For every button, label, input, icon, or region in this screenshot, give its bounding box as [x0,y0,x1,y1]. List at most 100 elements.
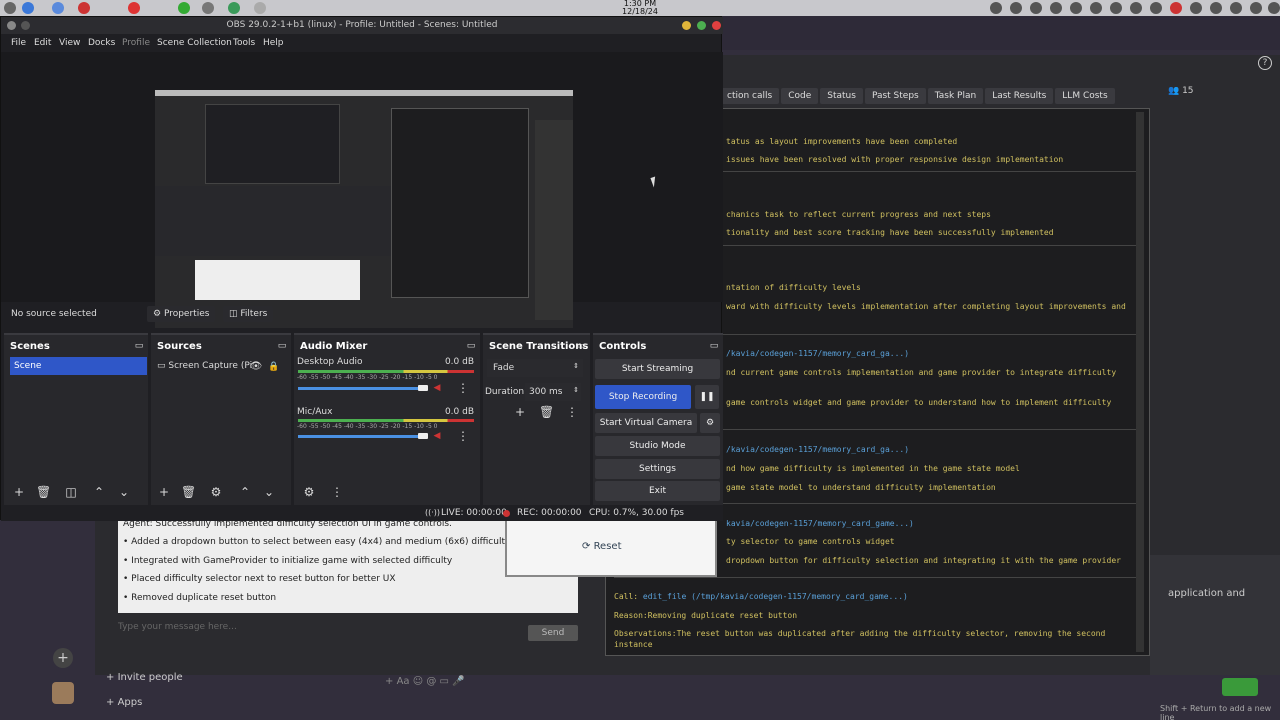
menu-help[interactable]: Help [263,38,284,48]
app-icon[interactable] [228,2,240,14]
volume-slider[interactable] [298,435,426,438]
add-source-icon[interactable]: + [157,485,171,499]
undock-icon[interactable]: ▭ [574,339,588,353]
battery-icon[interactable] [1230,2,1242,14]
app-icon[interactable] [202,2,214,14]
advanced-audio-icon[interactable]: ⚙ [302,485,316,499]
filters-button[interactable]: ◫ Filters [223,306,274,322]
tab-last-results[interactable]: Last Results [985,88,1054,104]
wifi-icon[interactable] [1250,2,1262,14]
user-count[interactable]: 👥 15 [1168,86,1194,96]
preview-canvas[interactable] [1,52,723,328]
reset-button[interactable]: ⟳ Reset [582,541,622,552]
tab-task-plan[interactable]: Task Plan [927,88,984,104]
app-icon[interactable] [178,2,190,14]
remove-scene-icon[interactable]: 🗑 [36,485,51,499]
volume-icon[interactable] [1190,2,1202,14]
pause-recording-icon[interactable]: ❚❚ [695,385,719,409]
maximize-icon[interactable] [697,21,706,30]
settings-button[interactable]: Settings [595,459,720,479]
speaker-muted-icon[interactable]: ◀ [430,381,444,395]
move-up-icon[interactable]: ⌃ [238,485,252,499]
files-icon[interactable] [22,2,34,14]
app-menu-icon[interactable] [4,2,16,14]
move-down-icon[interactable]: ⌄ [117,485,131,499]
tray-icon[interactable] [1030,2,1042,14]
virtual-camera-settings-icon[interactable]: ⚙ [700,413,720,433]
duration-input[interactable]: 300 ms ⇕ [525,383,581,401]
volume-slider-knob[interactable] [418,385,428,391]
tray-icon[interactable] [1110,2,1122,14]
tray-icon[interactable] [990,2,1002,14]
transition-select[interactable]: Fade ⇕ [487,359,583,377]
tab-past-steps[interactable]: Past Steps [864,88,926,104]
minimize-icon[interactable] [682,21,691,30]
browser-icon[interactable] [52,2,64,14]
visibility-eye-icon[interactable]: 👁 [249,360,263,374]
tray-icon[interactable] [1050,2,1062,14]
avatar[interactable] [52,682,74,704]
properties-button[interactable]: ⚙ Properties [147,306,216,322]
remove-source-icon[interactable]: 🗑 [181,485,196,499]
power-icon[interactable] [1268,2,1280,14]
stop-recording-button[interactable]: Stop Recording [595,385,691,409]
app-icon[interactable] [128,2,140,14]
tray-icon[interactable] [1010,2,1022,14]
exit-button[interactable]: Exit [595,481,720,501]
add-icon[interactable]: + [53,648,73,668]
menu-scene-collection[interactable]: Scene Collection [157,38,232,48]
speaker-muted-icon[interactable]: ◀ [430,429,444,443]
mic-icon[interactable]: 🎤 [452,676,464,687]
tab-code[interactable]: Code [781,88,819,104]
undock-icon[interactable]: ▭ [275,339,289,353]
pin-icon[interactable] [21,21,30,30]
remove-transition-icon[interactable]: 🗑 [539,405,554,419]
send-icon[interactable] [1222,678,1258,696]
menu-edit[interactable]: Edit [34,38,51,48]
scene-item[interactable]: Scene [10,357,147,375]
menu-view[interactable]: View [59,38,80,48]
more-options-icon[interactable]: ⋮ [456,381,470,395]
scene-filter-icon[interactable]: ◫ [64,485,78,499]
undock-icon[interactable]: ▭ [707,339,721,353]
add-transition-icon[interactable]: + [513,405,527,419]
help-icon[interactable]: ? [1258,56,1272,70]
more-options-icon[interactable]: ⋮ [456,429,470,443]
add-scene-icon[interactable]: + [12,485,26,499]
lock-icon[interactable]: 🔒 [267,360,281,374]
app-icon[interactable] [78,2,90,14]
tab-function-calls[interactable]: ction calls [720,88,780,104]
chat-input[interactable]: Type your message here... [118,622,237,632]
move-down-icon[interactable]: ⌄ [262,485,276,499]
menu-file[interactable]: File [11,38,26,48]
tray-icon[interactable] [1070,2,1082,14]
menu-tools[interactable]: Tools [233,38,255,48]
source-properties-icon[interactable]: ⚙ [209,485,223,499]
move-up-icon[interactable]: ⌃ [92,485,106,499]
more-options-icon[interactable]: ⋮ [330,485,344,499]
bluetooth-icon[interactable] [1210,2,1222,14]
app-icon[interactable] [254,2,266,14]
undock-icon[interactable]: ▭ [132,339,146,353]
video-icon[interactable]: ▭ [440,676,453,687]
tray-icon[interactable] [1090,2,1102,14]
menu-docks[interactable]: Docks [88,38,115,48]
tab-status[interactable]: Status [820,88,863,104]
close-icon[interactable] [712,21,721,30]
volume-slider-knob[interactable] [418,433,428,439]
apps-link[interactable]: + Apps [106,697,142,708]
invite-people-link[interactable]: + Invite people [106,672,183,683]
volume-slider[interactable] [298,387,426,390]
tray-icon[interactable] [1150,2,1162,14]
clock[interactable]: 1:30 PM 12/18/24 [600,0,680,16]
mention-icon[interactable]: @ [426,676,439,687]
undock-icon[interactable]: ▭ [464,339,478,353]
log-scrollbar[interactable] [1136,112,1144,652]
menu-profile[interactable]: Profile [122,38,150,48]
tab-llm-costs[interactable]: LLM Costs [1055,88,1115,104]
studio-mode-button[interactable]: Studio Mode [595,436,720,456]
tray-icon[interactable] [1130,2,1142,14]
more-options-icon[interactable]: ⋮ [565,405,579,419]
add-icon[interactable]: + [385,676,397,687]
send-button[interactable]: Send [528,625,578,641]
